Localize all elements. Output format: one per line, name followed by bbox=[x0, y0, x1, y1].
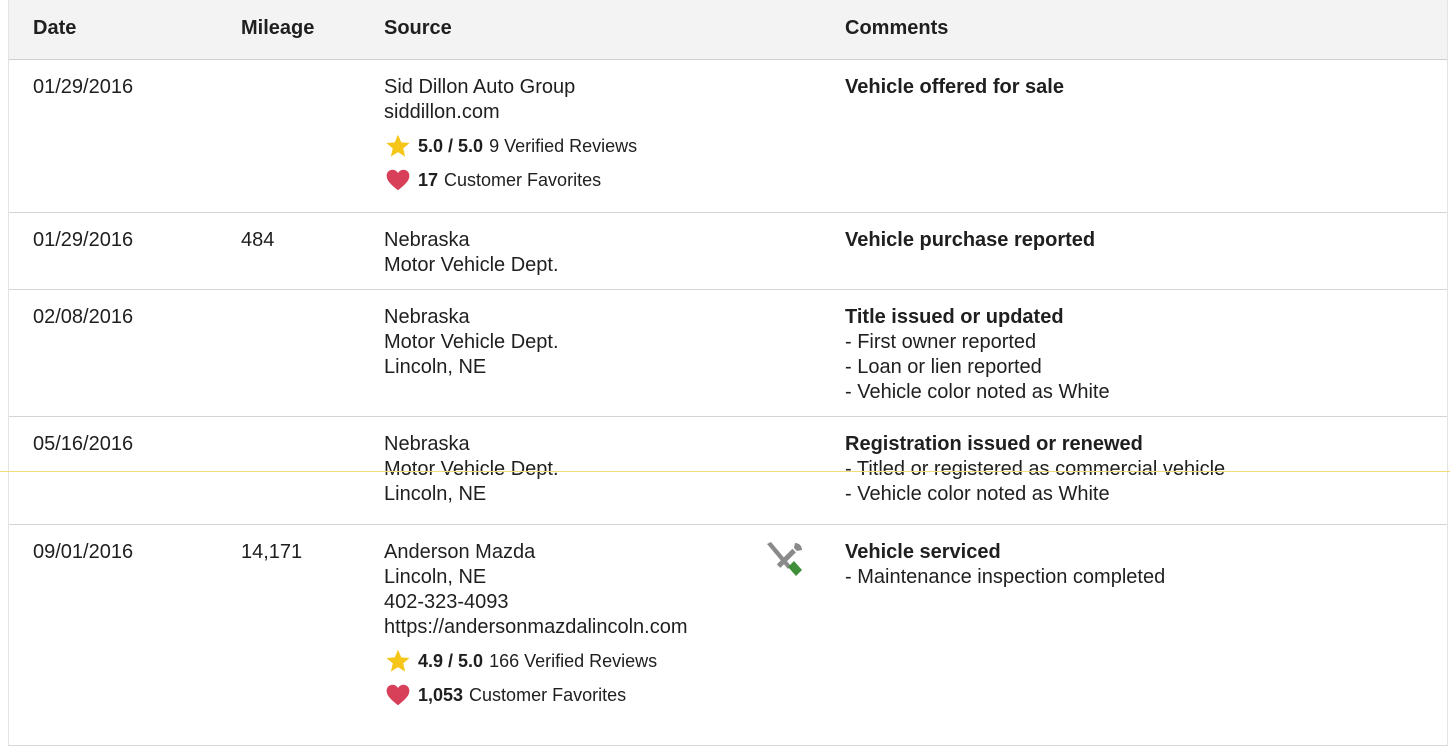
comment-item: - Titled or registered as commercial veh… bbox=[845, 458, 1226, 480]
favorites-label: Customer Favorites bbox=[469, 685, 627, 705]
favorites-count: 1,053 bbox=[418, 685, 464, 705]
row-mileage: 484 bbox=[241, 229, 275, 251]
table-row: 01/29/2016 Sid Dillon Auto Group siddill… bbox=[9, 60, 1447, 213]
favorites-count: 17 bbox=[418, 170, 439, 190]
rating-score: 5.0 / 5.0 bbox=[418, 136, 484, 156]
row-source: Anderson Mazda Lincoln, NE 402-323-4093 … bbox=[384, 540, 744, 708]
source-name: Anderson Mazda bbox=[384, 541, 536, 563]
row-date: 09/01/2016 bbox=[33, 541, 134, 563]
star-icon bbox=[386, 134, 410, 157]
column-header-mileage: Mileage bbox=[241, 17, 315, 39]
source-line: Motor Vehicle Dept. bbox=[384, 458, 559, 480]
source-line: Nebraska bbox=[384, 306, 470, 328]
rating-reviews: 9 Verified Reviews bbox=[489, 136, 638, 156]
source-rating: 4.9 / 5.0 166 Verified Reviews bbox=[384, 648, 744, 674]
row-source: Sid Dillon Auto Group siddillon.com 5.0 … bbox=[384, 75, 744, 193]
row-source: Nebraska Motor Vehicle Dept. Lincoln, NE bbox=[384, 432, 744, 507]
comment-title: Registration issued or renewed bbox=[845, 433, 1143, 455]
source-line: Nebraska bbox=[384, 229, 470, 251]
column-header-date: Date bbox=[33, 17, 77, 39]
source-line: Nebraska bbox=[384, 433, 470, 455]
comment-item: - First owner reported bbox=[845, 331, 1037, 353]
table-row: 09/01/2016 14,171 Anderson Mazda Lincoln… bbox=[9, 525, 1447, 746]
row-comments: Vehicle purchase reported bbox=[845, 228, 1435, 253]
column-header-source: Source bbox=[384, 17, 452, 39]
heart-icon bbox=[386, 169, 410, 191]
table-row: 01/29/2016 484 Nebraska Motor Vehicle De… bbox=[9, 213, 1447, 290]
source-phone: 402-323-4093 bbox=[384, 591, 509, 613]
comment-item: - Maintenance inspection completed bbox=[845, 566, 1166, 588]
row-source: Nebraska Motor Vehicle Dept. bbox=[384, 228, 744, 278]
comment-item: - Vehicle color noted as White bbox=[845, 483, 1110, 505]
row-date: 01/29/2016 bbox=[33, 229, 134, 251]
source-favorites: 17 Customer Favorites bbox=[384, 167, 744, 193]
table-header: Date Mileage Source Comments bbox=[9, 0, 1447, 60]
source-name: Sid Dillon Auto Group bbox=[384, 76, 576, 98]
comment-title: Vehicle purchase reported bbox=[845, 229, 1096, 251]
comment-item: - Vehicle color noted as White bbox=[845, 381, 1110, 403]
row-comments: Registration issued or renewed - Titled … bbox=[845, 432, 1435, 507]
source-line: Lincoln, NE bbox=[384, 356, 487, 378]
comment-item: - Loan or lien reported bbox=[845, 356, 1042, 378]
row-date: 01/29/2016 bbox=[33, 76, 134, 98]
heart-icon bbox=[386, 684, 410, 706]
star-icon bbox=[386, 649, 410, 672]
comment-title: Vehicle offered for sale bbox=[845, 76, 1064, 98]
column-header-comments: Comments bbox=[845, 17, 949, 39]
source-rating: 5.0 / 5.0 9 Verified Reviews bbox=[384, 133, 744, 159]
row-comments: Vehicle offered for sale bbox=[845, 75, 1435, 100]
comment-title: Title issued or updated bbox=[845, 306, 1064, 328]
source-line: Motor Vehicle Dept. bbox=[384, 331, 559, 353]
scan-line bbox=[0, 471, 1450, 472]
favorites-label: Customer Favorites bbox=[444, 170, 602, 190]
row-comments: Title issued or updated - First owner re… bbox=[845, 305, 1435, 405]
source-location: Lincoln, NE bbox=[384, 566, 487, 588]
comment-title: Vehicle serviced bbox=[845, 541, 1001, 563]
source-website: siddillon.com bbox=[384, 101, 500, 123]
row-mileage: 14,171 bbox=[241, 541, 303, 563]
source-line: Motor Vehicle Dept. bbox=[384, 254, 559, 276]
rating-reviews: 166 Verified Reviews bbox=[489, 651, 658, 671]
row-date: 05/16/2016 bbox=[33, 433, 134, 455]
row-comments: Vehicle serviced - Maintenance inspectio… bbox=[845, 540, 1435, 590]
source-favorites: 1,053 Customer Favorites bbox=[384, 682, 744, 708]
source-line: Lincoln, NE bbox=[384, 483, 487, 505]
table-row: 02/08/2016 Nebraska Motor Vehicle Dept. … bbox=[9, 290, 1447, 417]
row-date: 02/08/2016 bbox=[33, 306, 134, 328]
wrench-screwdriver-icon bbox=[761, 540, 805, 587]
row-source: Nebraska Motor Vehicle Dept. Lincoln, NE bbox=[384, 305, 744, 380]
rating-score: 4.9 / 5.0 bbox=[418, 651, 484, 671]
source-website-link[interactable]: https://andersonmazdalincoln.com bbox=[384, 615, 739, 640]
